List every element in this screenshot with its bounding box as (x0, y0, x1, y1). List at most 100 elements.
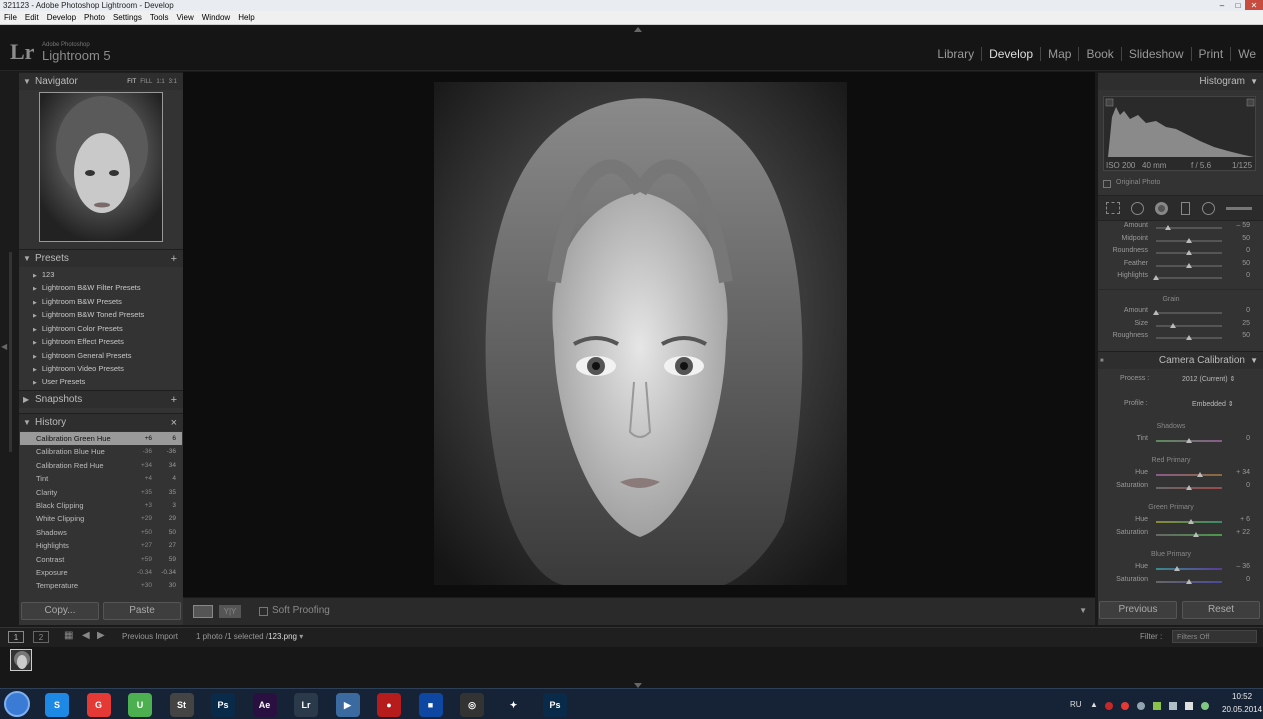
clock-date[interactable]: 20.05.2014 (1222, 705, 1262, 714)
taskbar-app-icon[interactable]: ▶ (335, 693, 360, 717)
slider-track[interactable] (1156, 438, 1222, 443)
slider-value[interactable]: 0 (1226, 482, 1250, 489)
main-photo[interactable] (434, 82, 847, 585)
forward-arrow-icon[interactable]: ▶ (97, 630, 105, 641)
history-step[interactable]: Calibration Red Hue +34 34 (20, 459, 182, 472)
loupe-view-icon[interactable] (193, 605, 213, 618)
taskbar-app-icon[interactable]: ✦ (501, 693, 526, 717)
toolbar-menu-icon[interactable]: ▼ (1079, 606, 1087, 615)
slider-value[interactable]: 0 (1226, 435, 1250, 442)
module-print[interactable]: Print (1191, 47, 1232, 61)
slider-knob[interactable] (1164, 225, 1171, 230)
slider-track[interactable] (1156, 322, 1222, 328)
left-scrollbar[interactable] (9, 252, 12, 452)
histogram-header[interactable]: Histogram ▼ (1098, 72, 1263, 90)
slider-knob[interactable] (1197, 472, 1204, 477)
collapse-left-icon[interactable]: ◀ (1, 342, 7, 351)
language-indicator[interactable]: RU (1070, 700, 1082, 709)
slider-track[interactable] (1156, 250, 1222, 256)
module-library[interactable]: Library (930, 47, 983, 61)
soft-proofing-checkbox[interactable] (259, 607, 268, 616)
menu-photo[interactable]: Photo (80, 11, 109, 25)
tray-expand-icon[interactable]: ▲ (1090, 700, 1098, 709)
menu-window[interactable]: Window (198, 11, 234, 25)
taskbar-app-icon[interactable]: S (45, 693, 69, 717)
preset-folder[interactable]: Lightroom B&W Filter Presets (33, 281, 141, 294)
preset-folder[interactable]: Lightroom Effect Presets (33, 335, 124, 348)
preset-folder[interactable]: User Presets (33, 375, 85, 388)
slider-value[interactable]: 50 (1226, 332, 1250, 339)
zoom-fit[interactable]: FIT (125, 79, 138, 85)
menu-help[interactable]: Help (234, 11, 258, 25)
slider-value[interactable]: + 22 (1226, 529, 1250, 536)
module-web[interactable]: We (1231, 47, 1263, 61)
taskbar-app-icon[interactable]: Ps (543, 693, 567, 717)
slider-track[interactable] (1156, 578, 1222, 584)
taskbar-app-icon[interactable]: G (86, 693, 111, 717)
add-snapshot-icon[interactable]: + (171, 391, 177, 409)
menu-settings[interactable]: Settings (109, 11, 146, 25)
taskbar-app-icon[interactable]: ◎ (460, 693, 484, 717)
slider-knob[interactable] (1187, 519, 1194, 524)
slider-track[interactable] (1156, 472, 1222, 477)
slider-track[interactable] (1156, 335, 1222, 341)
history-step[interactable]: Tint +4 4 (20, 472, 182, 485)
slider-track[interactable] (1156, 262, 1222, 268)
graduated-filter-icon[interactable] (1181, 202, 1190, 215)
history-header[interactable]: ▼ History × (19, 413, 183, 431)
history-step[interactable]: Calibration Blue Hue -36 -36 (20, 445, 182, 458)
slider-value[interactable]: – 59 (1226, 222, 1250, 229)
slider-value[interactable]: 0 (1226, 307, 1250, 314)
panel-toggle-icon[interactable]: ■ (1100, 352, 1104, 370)
zoom-1-1[interactable]: 1:1 (154, 79, 166, 85)
adjustment-brush-icon[interactable] (1226, 207, 1252, 210)
camera-calibration-header[interactable]: ■ Camera Calibration ▼ (1098, 351, 1263, 369)
main-window-button[interactable]: 1 (8, 631, 24, 643)
history-step[interactable]: Black Clipping +3 3 (20, 499, 182, 512)
slider-knob[interactable] (1169, 322, 1176, 328)
slider-knob[interactable] (1186, 578, 1192, 584)
add-preset-icon[interactable]: + (171, 250, 177, 268)
menu-develop[interactable]: Develop (43, 11, 80, 25)
taskbar-app-icon[interactable]: Lr (294, 693, 318, 717)
grid-view-icon[interactable]: ▦ (64, 630, 73, 641)
slider-knob[interactable] (1186, 335, 1192, 341)
slider-track[interactable] (1156, 531, 1222, 537)
left-panel-edge[interactable]: ◀ (0, 72, 19, 625)
slider-value[interactable]: 0 (1226, 576, 1250, 583)
preset-folder[interactable]: Lightroom Color Presets (33, 322, 123, 335)
slider-value[interactable]: – 36 (1226, 563, 1250, 570)
module-develop[interactable]: Develop (982, 47, 1042, 61)
copy-button[interactable]: Copy... (21, 602, 99, 620)
history-step[interactable]: Shadows +50 50 (20, 526, 182, 539)
history-step[interactable]: Calibration Green Hue +6 6 (20, 432, 182, 445)
slider-knob[interactable] (1186, 438, 1192, 443)
slider-value[interactable]: 0 (1226, 247, 1250, 254)
navigator-preview[interactable] (39, 92, 163, 242)
radial-filter-icon[interactable] (1202, 202, 1215, 215)
taskbar-app-icon[interactable]: ● (377, 693, 401, 717)
clear-history-icon[interactable]: × (171, 414, 177, 432)
module-book[interactable]: Book (1079, 47, 1122, 61)
slider-track[interactable] (1156, 225, 1222, 230)
slider-track[interactable] (1153, 310, 1222, 315)
process-select[interactable]: 2012 (Current) ⇕ (1182, 375, 1235, 383)
slider-track[interactable] (1156, 519, 1222, 524)
module-map[interactable]: Map (1041, 47, 1080, 61)
selection-count[interactable]: 1 photo /1 selected /123.png ▾ (196, 632, 303, 641)
slider-track[interactable] (1156, 237, 1222, 243)
menu-file[interactable]: File (0, 11, 21, 25)
source-label[interactable]: Previous Import (122, 632, 178, 641)
history-step[interactable]: Temperature +30 30 (20, 579, 182, 592)
slider-knob[interactable] (1186, 250, 1192, 256)
slider-value[interactable]: 50 (1226, 260, 1250, 267)
clock-time[interactable]: 10:52 (1232, 692, 1252, 701)
spot-removal-icon[interactable] (1131, 202, 1144, 215)
preset-folder[interactable]: Lightroom General Presets (33, 349, 132, 362)
slider-value[interactable]: + 34 (1226, 469, 1250, 476)
presets-header[interactable]: ▼ Presets + (19, 249, 183, 267)
module-slideshow[interactable]: Slideshow (1121, 47, 1192, 61)
slider-knob[interactable] (1186, 237, 1192, 243)
history-step[interactable]: Highlights +27 27 (20, 539, 182, 552)
reset-button[interactable]: Reset (1182, 601, 1260, 619)
